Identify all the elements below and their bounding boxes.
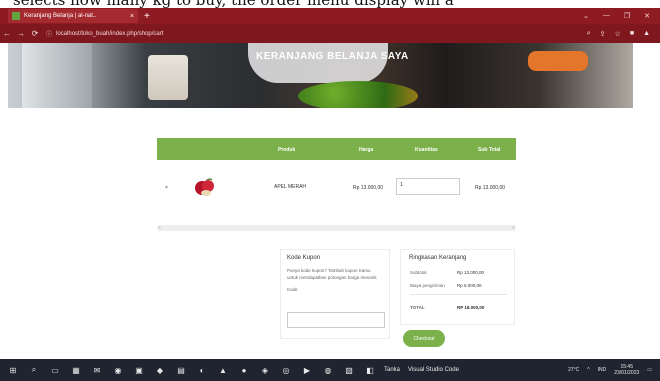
hero-fridge bbox=[22, 43, 92, 108]
scroll-left-icon[interactable]: ‹ bbox=[159, 225, 161, 231]
weather-text[interactable]: 27°C bbox=[568, 367, 579, 373]
taskbar-item[interactable]: Tanka bbox=[384, 367, 400, 373]
quantity-input[interactable]: 1 bbox=[396, 178, 460, 195]
summary-value: Rp 13.000,00 bbox=[457, 270, 485, 275]
product-subtotal: Rp 13.000,00 bbox=[475, 185, 506, 191]
back-icon[interactable]: ← bbox=[0, 29, 14, 38]
hero-jar bbox=[148, 55, 188, 100]
hero-banner: KERANJANG BELANJA SAYA bbox=[8, 43, 633, 108]
hero-person bbox=[248, 43, 388, 83]
system-tray: 27°C ^ IND 15:45 23/01/2023 ▭ bbox=[568, 364, 660, 376]
table-row: × APEL MERAH Rp 13.000,00 1 Rp 13.000,00 bbox=[157, 160, 516, 216]
coupon-description: Punya kode kupon? Tambah kupon Kamu untu… bbox=[287, 268, 377, 280]
close-window-icon[interactable]: ✕ bbox=[644, 12, 650, 20]
app-icon[interactable]: ▧ bbox=[341, 364, 357, 376]
tab-close-icon[interactable]: × bbox=[130, 13, 134, 20]
taskbar: ⊞ ⌕ ▭ ▦ ✉ ◉ ▣ ◆ ▤ ◐ ▲ ● ◈ ◎ ▶ ◍ ▧ ◧ Tank… bbox=[0, 359, 660, 381]
app-icon[interactable]: ◆ bbox=[152, 364, 168, 376]
horizontal-scrollbar[interactable]: ‹ › bbox=[157, 225, 516, 231]
task-view-icon[interactable]: ▭ bbox=[47, 364, 63, 376]
coupon-code-label: Kode bbox=[287, 287, 298, 292]
summary-total-label: TOTAL bbox=[410, 305, 425, 310]
product-name: APEL MERAH bbox=[274, 184, 307, 190]
summary-shipping-row: Biaya pengiriman Rp 5.000,00 bbox=[410, 283, 505, 288]
summary-subtotal-row: Subtotal Rp 13.000,00 bbox=[410, 270, 505, 275]
col-product: Produk bbox=[278, 147, 296, 153]
summary-title: Ringkasan Keranjang bbox=[409, 255, 467, 261]
coupon-box: Kode Kupon Punya kode kupon? Tambah kupo… bbox=[280, 249, 390, 339]
product-price: Rp 13.000,00 bbox=[353, 185, 384, 191]
favicon-icon bbox=[12, 12, 20, 20]
address-text: localhost/toko_buah/index.php/shop/cart bbox=[56, 30, 164, 37]
app-icon[interactable]: ◍ bbox=[320, 364, 336, 376]
search-icon[interactable]: ⌕ bbox=[26, 364, 42, 376]
maximize-icon[interactable]: ❐ bbox=[624, 12, 630, 20]
tab-title: Keranjang Belanja | al-nat.. bbox=[24, 13, 97, 19]
coupon-code-input[interactable] bbox=[287, 312, 385, 328]
app-icon[interactable]: ● bbox=[236, 364, 252, 376]
new-tab-button[interactable]: + bbox=[144, 11, 150, 22]
app-icon[interactable]: ▲ bbox=[215, 364, 231, 376]
scroll-right-icon[interactable]: › bbox=[512, 225, 514, 231]
checkout-button[interactable]: Checkout bbox=[403, 330, 445, 347]
reload-icon[interactable]: ⟳ bbox=[28, 29, 42, 38]
tray-chevron-icon[interactable]: ^ bbox=[587, 367, 589, 373]
minimize-icon[interactable]: — bbox=[603, 12, 610, 20]
apple-image bbox=[195, 178, 214, 196]
taskbar-item[interactable]: Visual Studio Code bbox=[408, 367, 459, 373]
remove-item-icon[interactable]: × bbox=[165, 185, 168, 191]
vscode-icon[interactable]: ◧ bbox=[362, 364, 378, 376]
tab-search-icon[interactable]: ⌄ bbox=[583, 12, 589, 20]
summary-total-row: TOTAL RP 18.000,00 bbox=[410, 305, 505, 310]
col-quantity: Kuantitas bbox=[415, 147, 438, 153]
app-icon[interactable]: ▦ bbox=[68, 364, 84, 376]
start-icon[interactable]: ⊞ bbox=[5, 364, 21, 376]
site-info-icon[interactable]: ⓘ bbox=[46, 29, 52, 38]
summary-label: Subtotal bbox=[410, 270, 427, 275]
forward-icon[interactable]: → bbox=[14, 29, 28, 38]
summary-divider bbox=[410, 294, 507, 295]
extension-icon[interactable]: ■ bbox=[630, 30, 634, 38]
zoom-icon[interactable]: ⌕ bbox=[587, 30, 591, 38]
browser-tab[interactable]: Keranjang Belanja | al-nat.. × bbox=[8, 9, 138, 23]
hero-title: KERANJANG BELANJA SAYA bbox=[256, 51, 409, 62]
language-indicator[interactable]: IND bbox=[598, 367, 607, 373]
clock-date: 23/01/2023 bbox=[614, 370, 640, 376]
summary-total-value: RP 18.000,00 bbox=[457, 305, 485, 310]
share-icon[interactable]: ⇪ bbox=[600, 30, 606, 38]
hero-bowl bbox=[528, 51, 588, 71]
col-subtotal: Sub Total bbox=[478, 147, 501, 153]
browser-navbar: ← → ⟳ ⓘ localhost/toko_buah/index.php/sh… bbox=[0, 24, 660, 43]
chrome-icon[interactable]: ◎ bbox=[278, 364, 294, 376]
hero-vegetables bbox=[298, 81, 418, 108]
caption-strip: selects how many kg to buy, the order me… bbox=[0, 0, 660, 8]
summary-value: Rp 5.000,00 bbox=[457, 283, 482, 288]
app-icon[interactable]: ▣ bbox=[131, 364, 147, 376]
app-icon[interactable]: ◈ bbox=[257, 364, 273, 376]
app-icon[interactable]: ▶ bbox=[299, 364, 315, 376]
cart-summary: Ringkasan Keranjang Subtotal Rp 13.000,0… bbox=[400, 249, 515, 325]
cart-table-header: Produk Harga Kuantitas Sub Total bbox=[157, 138, 516, 160]
bookmark-star-icon[interactable]: ☆ bbox=[615, 30, 621, 38]
browser-tabbar: Keranjang Belanja | al-nat.. × + ⌄ — ❐ ✕ bbox=[0, 8, 660, 24]
col-price: Harga bbox=[359, 147, 374, 153]
app-icon[interactable]: ◉ bbox=[110, 364, 126, 376]
clock[interactable]: 15:45 23/01/2023 bbox=[614, 364, 639, 376]
window-controls: ⌄ — ❐ ✕ bbox=[583, 12, 660, 20]
notification-icon[interactable]: ▭ bbox=[647, 367, 652, 373]
coupon-title: Kode Kupon bbox=[287, 255, 321, 261]
summary-label: Biaya pengiriman bbox=[410, 283, 445, 288]
app-icon[interactable]: ▤ bbox=[173, 364, 189, 376]
app-icon[interactable]: ◐ bbox=[194, 364, 210, 376]
mail-icon[interactable]: ✉ bbox=[89, 364, 105, 376]
profile-icon[interactable]: ▲ bbox=[643, 30, 650, 38]
address-bar[interactable]: ⓘ localhost/toko_buah/index.php/shop/car… bbox=[46, 29, 486, 39]
browser-toolbar-icons: ⌕ ⇪ ☆ ■ ▲ bbox=[587, 30, 660, 38]
caption-text: selects how many kg to buy, the order me… bbox=[0, 0, 660, 8]
